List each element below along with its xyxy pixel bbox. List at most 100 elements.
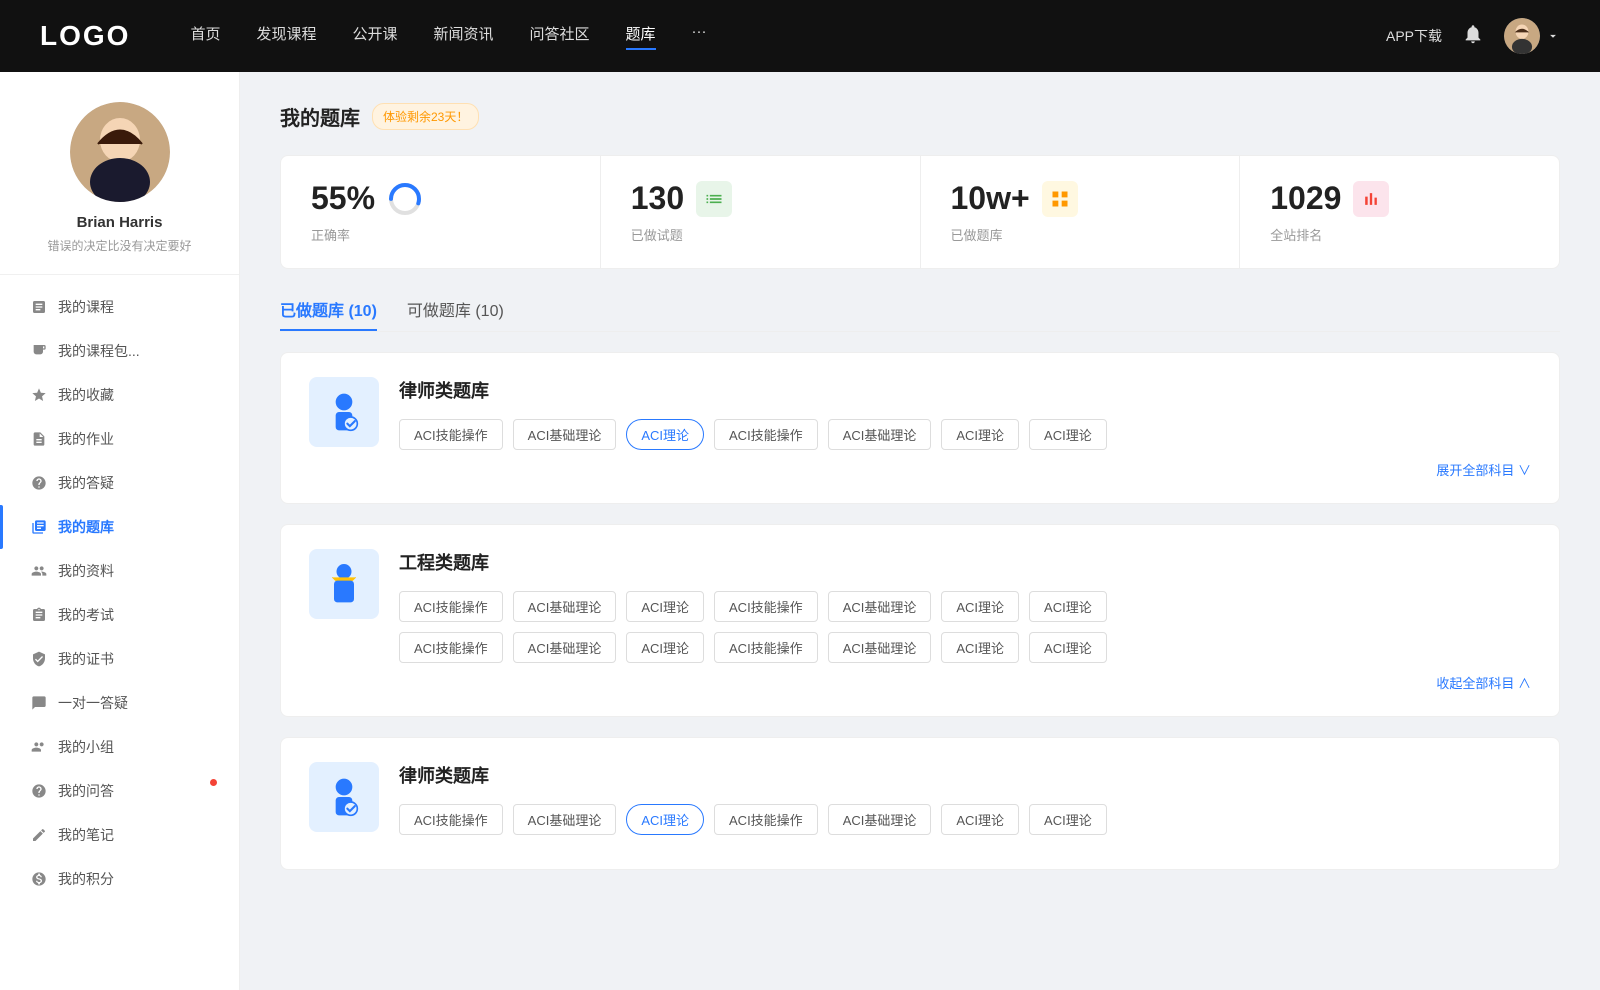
page-title: 我的题库 [280,102,360,131]
tag-active[interactable]: ACI理论 [626,804,704,835]
tag[interactable]: ACI基础理论 [828,804,932,835]
sidebar-item-qa[interactable]: 我的答疑 [0,461,239,505]
notification-bell[interactable] [1462,23,1484,50]
tag[interactable]: ACI技能操作 [714,804,818,835]
cert-icon [30,650,48,668]
sidebar-item-profile[interactable]: 我的资料 [0,549,239,593]
nav-more[interactable]: ··· [692,23,707,50]
sidebar: Brian Harris 错误的决定比没有决定要好 我的课程 我的课程包... [0,72,240,990]
lawyer-icon-1 [309,377,379,447]
page-title-row: 我的题库 体验剩余23天！ [280,102,1560,131]
tag[interactable]: ACI技能操作 [714,591,818,622]
tag[interactable]: ACI基础理论 [828,591,932,622]
stat-value-row-2: 130 [631,180,890,217]
score-icon [30,870,48,888]
qbank-card-engineer: 工程类题库 ACI技能操作 ACI基础理论 ACI理论 ACI技能操作 ACI基… [280,524,1560,717]
tag[interactable]: ACI技能操作 [399,591,503,622]
tag[interactable]: ACI技能操作 [714,419,818,450]
tag[interactable]: ACI理论 [1029,419,1107,450]
sidebar-item-qbank[interactable]: 我的题库 [0,505,239,549]
tag[interactable]: ACI技能操作 [399,632,503,663]
tag[interactable]: ACI基础理论 [513,632,617,663]
stats-row: 55% 正确率 130 已做试题 [280,155,1560,269]
lawyer-icon-2 [309,762,379,832]
group-icon [30,738,48,756]
qbank-title-2: 工程类题库 [399,549,1531,575]
nav-qa[interactable]: 问答社区 [530,23,590,50]
chevron-down-icon [1546,29,1560,43]
sidebar-item-cert[interactable]: 我的证书 [0,637,239,681]
stat-value-row-4: 1029 [1270,180,1529,217]
stat-accuracy: 55% 正确率 [281,156,601,268]
sidebar-item-notes[interactable]: 我的笔记 [0,813,239,857]
qbank-header-3: 律师类题库 ACI技能操作 ACI基础理论 ACI理论 ACI技能操作 ACI基… [309,762,1531,845]
tag[interactable]: ACI理论 [941,804,1019,835]
stat-rank-label: 全站排名 [1270,225,1529,244]
user-avatar-wrap[interactable] [1504,18,1560,54]
qbank-tags-2-row1: ACI技能操作 ACI基础理论 ACI理论 ACI技能操作 ACI基础理论 AC… [399,591,1531,622]
qbank-tags-3: ACI技能操作 ACI基础理论 ACI理论 ACI技能操作 ACI基础理论 AC… [399,804,1531,835]
tag[interactable]: ACI技能操作 [399,804,503,835]
tag[interactable]: ACI理论 [1029,591,1107,622]
expand-link-1[interactable]: 展开全部科目 ∨ [399,460,1531,479]
tag[interactable]: ACI理论 [941,419,1019,450]
qbank-icon [30,518,48,536]
sidebar-item-group[interactable]: 我的小组 [0,725,239,769]
tabs-row: 已做题库 (10) 可做题库 (10) [280,297,1560,332]
stat-done-questions: 130 已做试题 [601,156,921,268]
main-content: 我的题库 体验剩余23天！ 55% 正确率 1 [240,72,1600,990]
tag[interactable]: ACI理论 [1029,632,1107,663]
nav-news[interactable]: 新闻资讯 [434,23,494,50]
tag[interactable]: ACI理论 [1029,804,1107,835]
navbar-links: 首页 发现课程 公开课 新闻资讯 问答社区 题库 ··· [190,23,1386,50]
profile-section: Brian Harris 错误的决定比没有决定要好 [0,102,239,275]
tab-available-banks[interactable]: 可做题库 (10) [407,297,504,331]
tag[interactable]: ACI基础理论 [513,591,617,622]
sidebar-item-homework[interactable]: 我的作业 [0,417,239,461]
app-download-btn[interactable]: APP下载 [1386,26,1442,46]
sidebar-item-score[interactable]: 我的积分 [0,857,239,901]
sidebar-item-questions[interactable]: 我的问答 [0,769,239,813]
nav-open[interactable]: 公开课 [352,23,397,50]
tab-done-banks[interactable]: 已做题库 (10) [280,297,377,331]
list-icon [696,181,732,217]
tag[interactable]: ACI基础理论 [828,632,932,663]
tag-active[interactable]: ACI理论 [626,419,704,450]
qbank-body-1: 律师类题库 ACI技能操作 ACI基础理论 ACI理论 ACI技能操作 ACI基… [399,377,1531,479]
tag[interactable]: ACI理论 [626,591,704,622]
stat-accuracy-value: 55% [311,180,375,217]
page-body: Brian Harris 错误的决定比没有决定要好 我的课程 我的课程包... [0,72,1600,990]
qbank-header-1: 律师类题库 ACI技能操作 ACI基础理论 ACI理论 ACI技能操作 ACI基… [309,377,1531,479]
tag[interactable]: ACI基础理论 [513,804,617,835]
sidebar-label-packages: 我的课程包... [58,341,140,361]
qbank-card-lawyer-1: 律师类题库 ACI技能操作 ACI基础理论 ACI理论 ACI技能操作 ACI基… [280,352,1560,504]
sidebar-item-exam[interactable]: 我的考试 [0,593,239,637]
stat-rank-value: 1029 [1270,180,1341,217]
exam-icon [30,606,48,624]
tag[interactable]: ACI技能操作 [399,419,503,450]
nav-qbank[interactable]: 题库 [626,23,656,50]
sidebar-item-favorites[interactable]: 我的收藏 [0,373,239,417]
sidebar-label-cert: 我的证书 [58,649,114,669]
1on1-icon [30,694,48,712]
sidebar-label-1on1: 一对一答疑 [58,693,128,713]
nav-home[interactable]: 首页 [190,23,220,50]
sidebar-item-courses[interactable]: 我的课程 [0,285,239,329]
qbank-tags-2-row2: ACI技能操作 ACI基础理论 ACI理论 ACI技能操作 ACI基础理论 AC… [399,632,1531,663]
tag[interactable]: ACI基础理论 [828,419,932,450]
tag[interactable]: ACI理论 [941,591,1019,622]
sidebar-item-packages[interactable]: 我的课程包... [0,329,239,373]
qa-icon [30,474,48,492]
sidebar-label-notes: 我的笔记 [58,825,114,845]
stat-done-b-value: 10w+ [951,180,1030,217]
collapse-link-2[interactable]: 收起全部科目 ∧ [399,673,1531,692]
nav-discover[interactable]: 发现课程 [256,23,316,50]
tag[interactable]: ACI理论 [941,632,1019,663]
sidebar-item-1on1[interactable]: 一对一答疑 [0,681,239,725]
qbank-title-3: 律师类题库 [399,762,1531,788]
tag[interactable]: ACI理论 [626,632,704,663]
sidebar-label-score: 我的积分 [58,869,114,889]
tag[interactable]: ACI技能操作 [714,632,818,663]
tag[interactable]: ACI基础理论 [513,419,617,450]
package-icon [30,342,48,360]
